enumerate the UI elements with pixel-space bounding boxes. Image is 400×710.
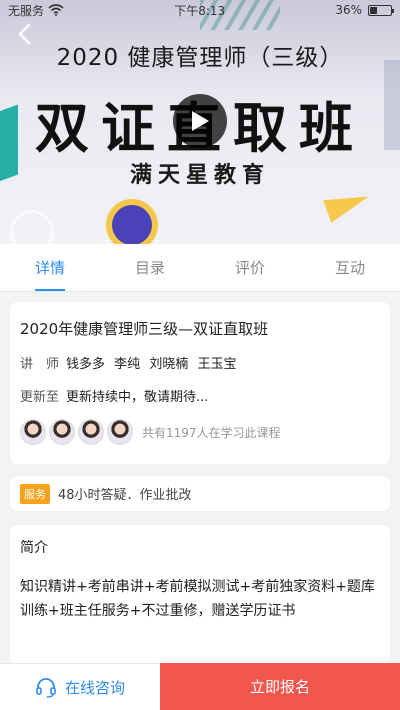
banner-brand: 满天星教育	[129, 163, 270, 188]
intro-card: 简介 知识精讲+考前串讲+考前模拟测试+考前独家资料+题库训练+班主任服务+不过…	[10, 525, 390, 665]
tab-reviews[interactable]: 评价	[200, 244, 300, 291]
wifi-icon	[48, 4, 64, 16]
teacher-name: 刘晓楠	[149, 357, 189, 372]
avatar	[107, 419, 133, 445]
enroll-button[interactable]: 立即报名	[160, 663, 400, 710]
avatar	[78, 419, 104, 445]
tab-interaction[interactable]: 互动	[300, 244, 400, 291]
teacher-name: 李纯	[114, 357, 141, 372]
back-icon	[18, 23, 31, 45]
update-status: 更新持续中，敬请期待...	[66, 390, 209, 405]
consult-label: 在线咨询	[64, 678, 125, 697]
teacher-names: 钱多多 李纯 刘晓楠 王玉宝	[66, 353, 241, 372]
course-tabs: 详情 目录 评价 互动	[0, 244, 400, 292]
learner-avatars: 共有1197人在学习此课程	[20, 419, 380, 445]
play-icon	[192, 111, 209, 131]
back-button[interactable]	[14, 22, 38, 46]
headset-icon	[36, 678, 56, 698]
teacher-name: 钱多多	[66, 357, 106, 372]
status-bar: 无服务 下午8:13 36%	[0, 0, 400, 20]
battery-icon	[367, 4, 394, 16]
service-text: 48小时答疑．作业批改	[58, 488, 192, 503]
banner-title: 2020 健康管理师（三级）	[56, 45, 344, 71]
course-title: 2020年健康管理师三级—双证直取班	[20, 320, 269, 338]
service-card: 服务 48小时答疑．作业批改	[10, 476, 390, 511]
battery-level	[369, 6, 378, 14]
battery-percent: 36%	[335, 3, 362, 17]
intro-heading: 简介	[20, 540, 48, 556]
clock: 下午8:13	[174, 3, 226, 18]
bottom-action-bar: 在线咨询 立即报名	[0, 663, 400, 710]
carrier-label: 无服务	[8, 3, 45, 18]
course-info-card: 2020年健康管理师三级—双证直取班 讲 师 钱多多 李纯 刘晓楠 王玉宝 更新…	[10, 302, 390, 464]
intro-body: 知识精讲+考前串讲+考前模拟测试+考前独家资料+题库训练+班主任服务+不过重修，…	[20, 579, 375, 619]
update-label: 更新至	[20, 390, 60, 405]
update-row: 更新至 更新持续中，敬请期待...	[20, 386, 380, 405]
teacher-row: 讲 师 钱多多 李纯 刘晓楠 王玉宝	[20, 353, 380, 372]
service-badge: 服务	[20, 483, 50, 504]
avatar	[20, 419, 46, 445]
banner-decoration	[112, 205, 152, 244]
online-consult-button[interactable]: 在线咨询	[0, 663, 160, 710]
banner-decoration	[10, 210, 54, 244]
learner-count: 共有1197人在学习此课程	[142, 425, 281, 440]
teacher-label: 讲 师	[20, 357, 60, 372]
tab-details[interactable]: 详情	[0, 244, 100, 291]
tab-catalog[interactable]: 目录	[100, 244, 200, 291]
avatar	[49, 419, 75, 445]
play-video-button[interactable]	[173, 94, 227, 148]
paper-plane-decoration	[323, 185, 373, 223]
teacher-name: 王玉宝	[197, 357, 237, 372]
course-banner: 2020 健康管理师（三级） 双证直取班 满天星教育	[0, 0, 400, 244]
